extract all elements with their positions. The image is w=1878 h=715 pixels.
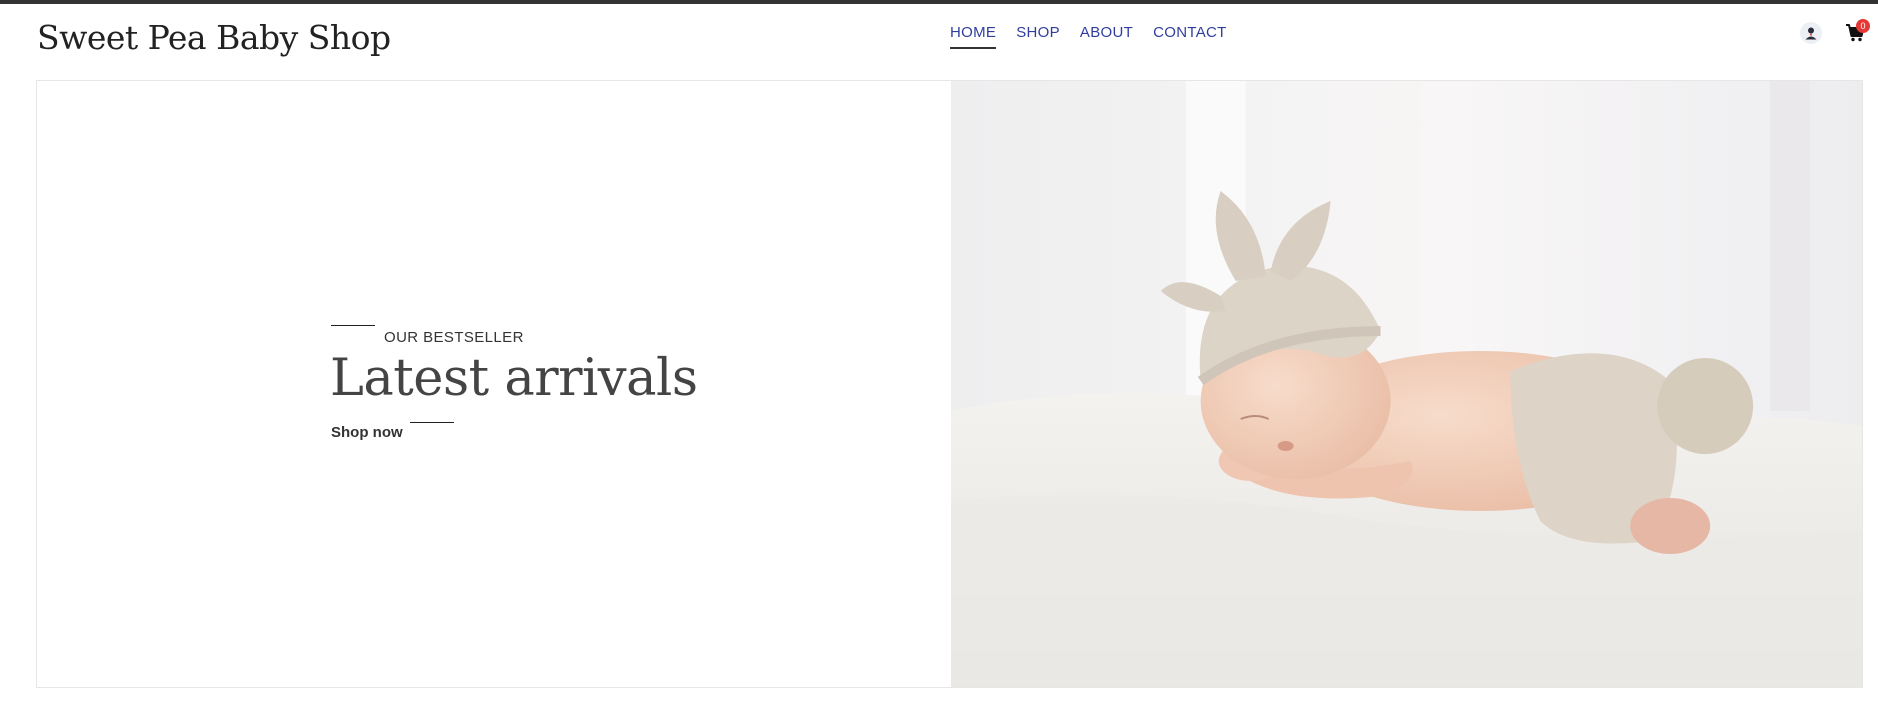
nav-home[interactable]: HOME (950, 24, 997, 49)
shop-now-link[interactable]: Shop now (331, 424, 403, 441)
hero-banner: OUR BESTSELLER Latest arrivals Shop now (36, 80, 1863, 688)
shop-now-underline (410, 422, 454, 423)
nav-contact[interactable]: CONTACT (1153, 24, 1226, 49)
top-accent-bar (0, 0, 1878, 4)
eyebrow-divider (331, 325, 375, 326)
hero-eyebrow: OUR BESTSELLER (384, 329, 524, 346)
hero-text-panel: OUR BESTSELLER Latest arrivals Shop now (37, 81, 951, 687)
main-nav: HOME SHOP ABOUT CONTACT (950, 24, 1227, 49)
sleeping-baby-photo (951, 81, 1862, 687)
site-logo[interactable]: Sweet Pea Baby Shop (37, 18, 391, 57)
cart-count-badge: 0 (1856, 19, 1870, 33)
hero-image (951, 81, 1862, 687)
nav-about[interactable]: ABOUT (1080, 24, 1133, 49)
user-avatar-icon[interactable] (1800, 22, 1822, 44)
nav-shop[interactable]: SHOP (1016, 24, 1060, 49)
hero-title: Latest arrivals (330, 349, 698, 408)
